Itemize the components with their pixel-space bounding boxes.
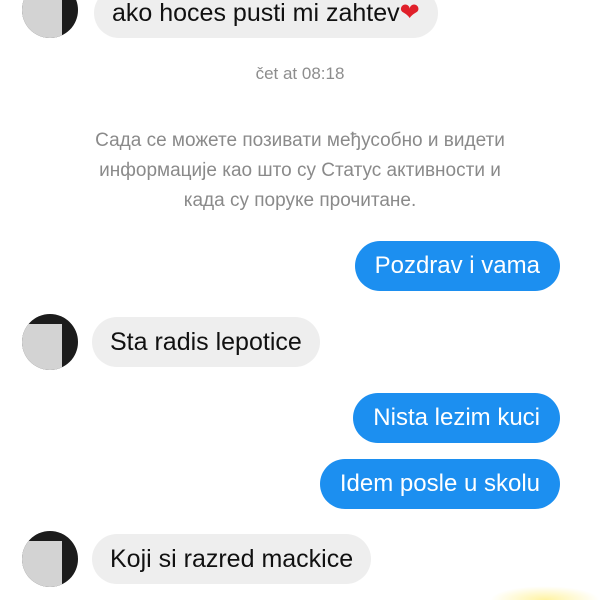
notice-line: информације као што су Статус активности… xyxy=(99,160,501,181)
message-text: Idem posle u skolu xyxy=(339,470,540,497)
message-bubble-outgoing[interactable]: Idem posle u skolu xyxy=(319,459,560,509)
message-bubble-incoming[interactable]: Sta radis lepotice xyxy=(92,317,320,367)
message-bubble-outgoing[interactable]: Nista lezim kuci xyxy=(353,393,560,443)
message-text: Nista lezim kuci xyxy=(373,404,540,431)
notice-line: када су поруке прочитане. xyxy=(183,190,417,211)
message-text: Pozdrav i vama xyxy=(374,252,540,279)
message-text: Sta radis lepotice xyxy=(110,328,302,356)
message-bubble-incoming[interactable]: Koji si razred mackice xyxy=(92,534,372,584)
message-bubble-outgoing[interactable]: Pozdrav i vama xyxy=(354,241,560,291)
message-text: ako hoces pusti mi zahtev xyxy=(112,0,400,27)
avatar-blur xyxy=(22,541,62,587)
message-bubble-incoming[interactable]: ako hoces pusti mi zahtev❤ xyxy=(94,0,438,38)
avatar[interactable] xyxy=(22,531,78,587)
avatar[interactable] xyxy=(22,314,78,370)
system-notice: Сада се можете позивати међусобно и виде… xyxy=(0,126,600,216)
avatar[interactable] xyxy=(22,0,78,38)
avatar-blur xyxy=(22,0,62,38)
notice-line: Сада се можете позивати међусобно и виде… xyxy=(95,130,505,151)
message-text: Koji si razred mackice xyxy=(110,545,354,573)
avatar-blur xyxy=(22,324,62,370)
heart-emoji-icon: ❤ xyxy=(399,0,420,26)
timestamp: čet at 08:18 xyxy=(255,64,345,83)
decorative-glow xyxy=(490,586,600,600)
